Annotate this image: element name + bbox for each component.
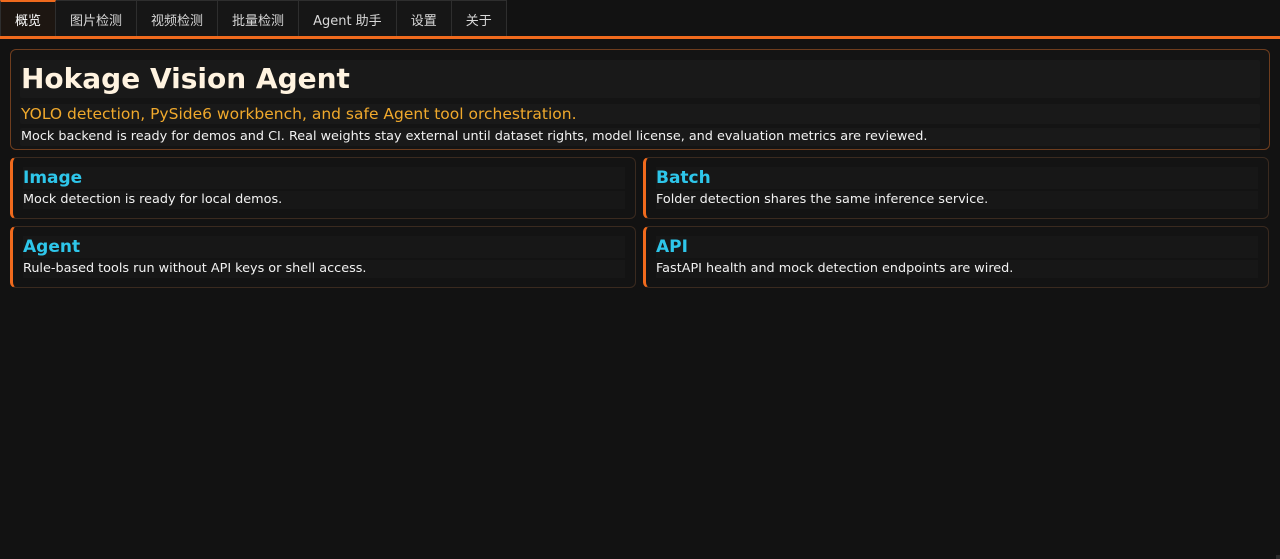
tab-about[interactable]: 关于	[451, 0, 507, 37]
card-description: Mock detection is ready for local demos.	[23, 191, 625, 209]
feature-card-image: Image Mock detection is ready for local …	[10, 157, 636, 219]
card-description: Folder detection shares the same inferen…	[656, 191, 1258, 209]
overview-content: Hokage Vision Agent YOLO detection, PySi…	[10, 49, 1270, 288]
feature-card-batch: Batch Folder detection shares the same i…	[643, 157, 1269, 219]
tab-batch-detection[interactable]: 批量检测	[218, 0, 300, 37]
tab-active-underline	[0, 36, 1280, 39]
feature-card-grid: Image Mock detection is ready for local …	[10, 157, 1270, 288]
hero-panel: Hokage Vision Agent YOLO detection, PySi…	[10, 49, 1270, 150]
tab-overview[interactable]: 概览	[0, 0, 57, 37]
tab-agent-assistant[interactable]: Agent 助手	[299, 0, 397, 37]
tab-image-detection[interactable]: 图片检测	[56, 0, 138, 37]
app-window: 概览 图片检测 视频检测 批量检测 Agent 助手 设置 关于 Hokage …	[0, 0, 1280, 559]
card-title: Image	[23, 167, 625, 189]
card-title: API	[656, 236, 1258, 258]
resize-grip[interactable]	[1276, 555, 1280, 559]
tab-settings[interactable]: 设置	[396, 0, 452, 37]
card-title: Batch	[656, 167, 1258, 189]
feature-card-api: API FastAPI health and mock detection en…	[643, 226, 1269, 288]
feature-card-agent: Agent Rule-based tools run without API k…	[10, 226, 636, 288]
card-title: Agent	[23, 236, 625, 258]
page-description: Mock backend is ready for demos and CI. …	[20, 128, 1260, 146]
card-description: FastAPI health and mock detection endpoi…	[656, 260, 1258, 278]
page-subtitle: YOLO detection, PySide6 workbench, and s…	[20, 104, 1260, 124]
tab-video-detection[interactable]: 视频检测	[137, 0, 219, 37]
card-description: Rule-based tools run without API keys or…	[23, 260, 625, 278]
tab-bar: 概览 图片检测 视频检测 批量检测 Agent 助手 设置 关于	[0, 0, 1280, 37]
page-title: Hokage Vision Agent	[20, 60, 1260, 98]
